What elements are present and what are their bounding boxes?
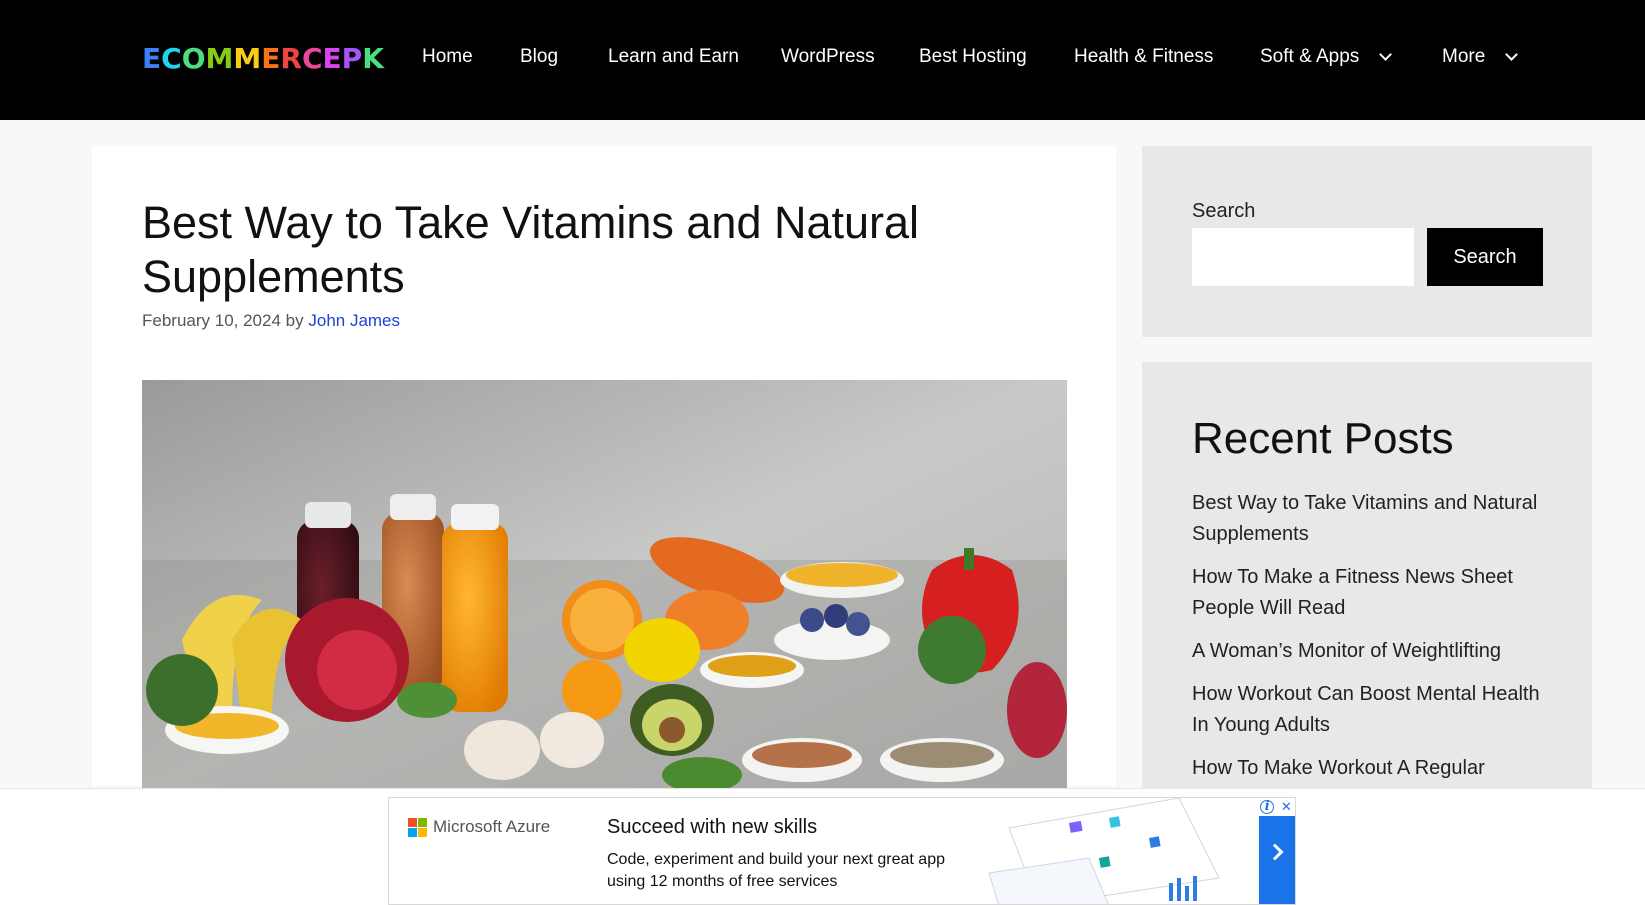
nav-best-hosting-label: Best Hosting	[919, 46, 1027, 67]
logo-letter: P	[341, 42, 363, 75]
nav-learn-and-earn[interactable]: Learn and Earn	[608, 46, 739, 68]
logo-letter: M	[233, 42, 262, 75]
nav-more-label: More	[1442, 46, 1486, 67]
recent-post-link[interactable]: How Workout Can Boost Mental Health In Y…	[1192, 679, 1542, 741]
author-link[interactable]: John James	[308, 311, 400, 330]
nav-home[interactable]: Home	[422, 46, 473, 68]
recent-posts-list: Best Way to Take Vitamins and Natural Su…	[1192, 488, 1542, 796]
site-logo[interactable]: ECOMMERCEPK	[142, 42, 384, 75]
article: Best Way to Take Vitamins and Natural Su…	[92, 146, 1116, 790]
search-widget: Search Search	[1142, 146, 1592, 337]
nav-home-label: Home	[422, 46, 473, 67]
logo-letter: C	[161, 42, 182, 75]
nav-blog-label: Blog	[520, 46, 559, 67]
page-title: Best Way to Take Vitamins and Natural Su…	[142, 197, 920, 302]
close-icon[interactable]: ✕	[1281, 799, 1292, 815]
logo-letter: C	[301, 42, 323, 75]
search-button[interactable]: Search	[1427, 228, 1543, 286]
logo-letter: E	[142, 42, 162, 75]
logo-letter: O	[181, 42, 206, 75]
recent-posts-widget: Recent Posts Best Way to Take Vitamins a…	[1142, 362, 1592, 812]
logo-letter: R	[280, 42, 302, 75]
ad-choices[interactable]: i ✕	[1257, 798, 1295, 816]
ad-headline: Succeed with new skills	[607, 816, 818, 838]
logo-letter: E	[261, 42, 281, 75]
recent-post-link[interactable]: Best Way to Take Vitamins and Natural Su…	[1192, 488, 1542, 550]
recent-post-link[interactable]: How To Make Workout A Regular	[1192, 753, 1542, 784]
ad-info-icon[interactable]: i	[1260, 800, 1275, 814]
chevron-right-icon	[1266, 843, 1284, 861]
dashboard-screens-icon	[988, 798, 1220, 904]
nav-wordpress-label: WordPress	[781, 46, 875, 67]
nav-more[interactable]: More	[1442, 46, 1519, 68]
post-by: by	[285, 311, 304, 330]
nav-wordpress[interactable]: WordPress	[781, 46, 875, 68]
nav-soft-apps-label: Soft & Apps	[1260, 46, 1360, 67]
post-date: February 10, 2024	[142, 311, 281, 330]
search-label: Search	[1192, 200, 1256, 222]
search-input[interactable]	[1192, 228, 1414, 286]
nav-soft-apps[interactable]: Soft & Apps	[1260, 46, 1393, 68]
nav-learn-and-earn-label: Learn and Earn	[608, 46, 739, 67]
nav-health-fitness-label: Health & Fitness	[1074, 46, 1214, 67]
logo-letter: K	[362, 42, 384, 75]
fruits-vegetables-supplements-photo	[142, 380, 1067, 790]
post-meta: February 10, 2024 by John James	[142, 311, 400, 331]
logo-letter: E	[322, 42, 342, 75]
site-header: ECOMMERCEPK Home Blog Learn and Earn Wor…	[0, 0, 1645, 120]
ad-body-text: Code, experiment and build your next gre…	[607, 851, 945, 890]
ad-banner[interactable]: Microsoft Azure Succeed with new skills …	[388, 797, 1296, 905]
recent-post-link[interactable]: A Woman’s Monitor of Weightlifting	[1192, 636, 1542, 667]
recent-posts-title: Recent Posts	[1192, 414, 1454, 463]
nav-blog[interactable]: Blog	[520, 46, 558, 68]
logo-letter: M	[205, 42, 234, 75]
chevron-down-icon	[1379, 47, 1393, 61]
microsoft-logo-icon	[408, 818, 428, 838]
recent-post-link[interactable]: How To Make a Fitness News Sheet People …	[1192, 562, 1542, 624]
nav-best-hosting[interactable]: Best Hosting	[919, 46, 1027, 68]
featured-image	[142, 380, 1067, 790]
chevron-down-icon	[1505, 47, 1519, 61]
ad-brand: Microsoft Azure	[433, 817, 551, 836]
nav-health-fitness[interactable]: Health & Fitness	[1074, 46, 1213, 68]
